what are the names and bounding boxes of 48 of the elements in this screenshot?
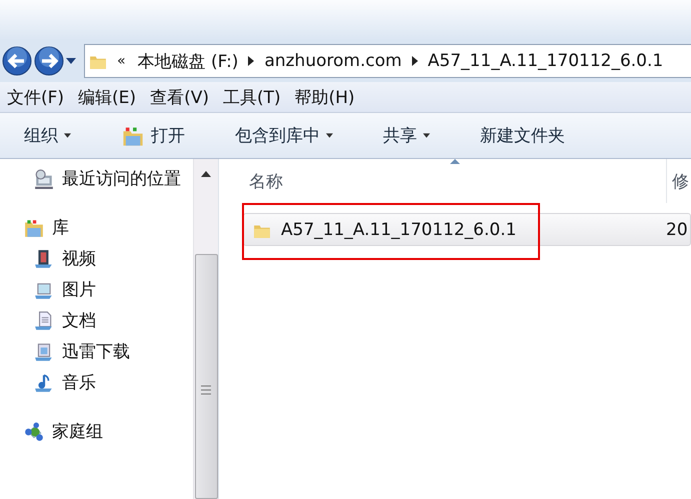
sidebar-item[interactable]: 库	[0, 212, 193, 243]
scroll-thumb[interactable]	[194, 254, 218, 499]
sidebar-item[interactable]: 家庭组	[0, 416, 193, 447]
breadcrumb[interactable]: A57_11_A.11_170112_6.0.1	[428, 51, 664, 71]
library-icon	[24, 218, 44, 238]
breadcrumb-arrow-icon	[412, 56, 418, 66]
menu-item[interactable]: 工具(T)	[216, 86, 288, 108]
sidebar-item[interactable]: 音乐	[0, 367, 193, 398]
menu-item[interactable]: 编辑(E)	[71, 86, 144, 108]
overflow-chevron[interactable]: «	[117, 53, 126, 69]
toolbar-button[interactable]: 组织	[14, 124, 81, 147]
sidebar-item[interactable]: 图片	[0, 274, 193, 305]
network-nodes-icon	[24, 422, 44, 442]
scrollbar[interactable]	[193, 159, 218, 499]
toolbar-button[interactable]: 包含到库中	[225, 124, 343, 147]
file-name: A57_11_A.11_170112_6.0.1	[281, 220, 516, 240]
table-cell: 20	[666, 220, 688, 240]
breadcrumb[interactable]: anzhuorom.com	[264, 51, 402, 71]
document-icon	[34, 310, 54, 330]
computer-clock-icon	[34, 168, 54, 188]
column-header[interactable]: 修	[667, 159, 691, 203]
caret-icon	[326, 133, 333, 138]
sort-arrow-icon	[450, 159, 460, 164]
caret-icon	[423, 133, 430, 138]
menu-item[interactable]: 文件(F)	[0, 86, 72, 108]
grip-icon	[201, 385, 211, 395]
sidebar-item[interactable]: 文档	[0, 305, 193, 336]
menu-item[interactable]: 查看(V)	[143, 86, 216, 108]
menu-item[interactable]: 帮助(H)	[288, 86, 362, 108]
caret-icon	[64, 133, 71, 138]
forward-button[interactable]	[34, 46, 64, 76]
address-bar[interactable]: « 本地磁盘 (F:) anzhuorom.com A57_11_A.11_170112_6.0.1	[84, 44, 691, 78]
music-note-icon	[34, 372, 54, 392]
scroll-up-icon[interactable]	[201, 171, 211, 177]
toolbar-button[interactable]: 新建文件夹	[470, 124, 575, 147]
breadcrumb-arrow-icon	[248, 56, 254, 66]
film-icon	[34, 248, 54, 268]
history-dropdown-icon[interactable]	[66, 58, 76, 64]
toolbar-button[interactable]: 共享	[373, 124, 440, 147]
toolbar-button[interactable]: 打开	[111, 124, 195, 148]
back-button[interactable]	[2, 46, 32, 76]
computer-icon	[34, 342, 54, 362]
sidebar-item[interactable]: 迅雷下载	[0, 336, 193, 367]
sidebar-item[interactable]: 最近访问的位置	[0, 163, 193, 194]
file-row[interactable]: A57_11_A.11_170112_6.0.1 20	[243, 213, 691, 246]
sidebar-item[interactable]: 视频	[0, 243, 193, 274]
breadcrumb[interactable]: 本地磁盘 (F:)	[138, 50, 238, 72]
column-header[interactable]: 名称	[243, 159, 667, 203]
